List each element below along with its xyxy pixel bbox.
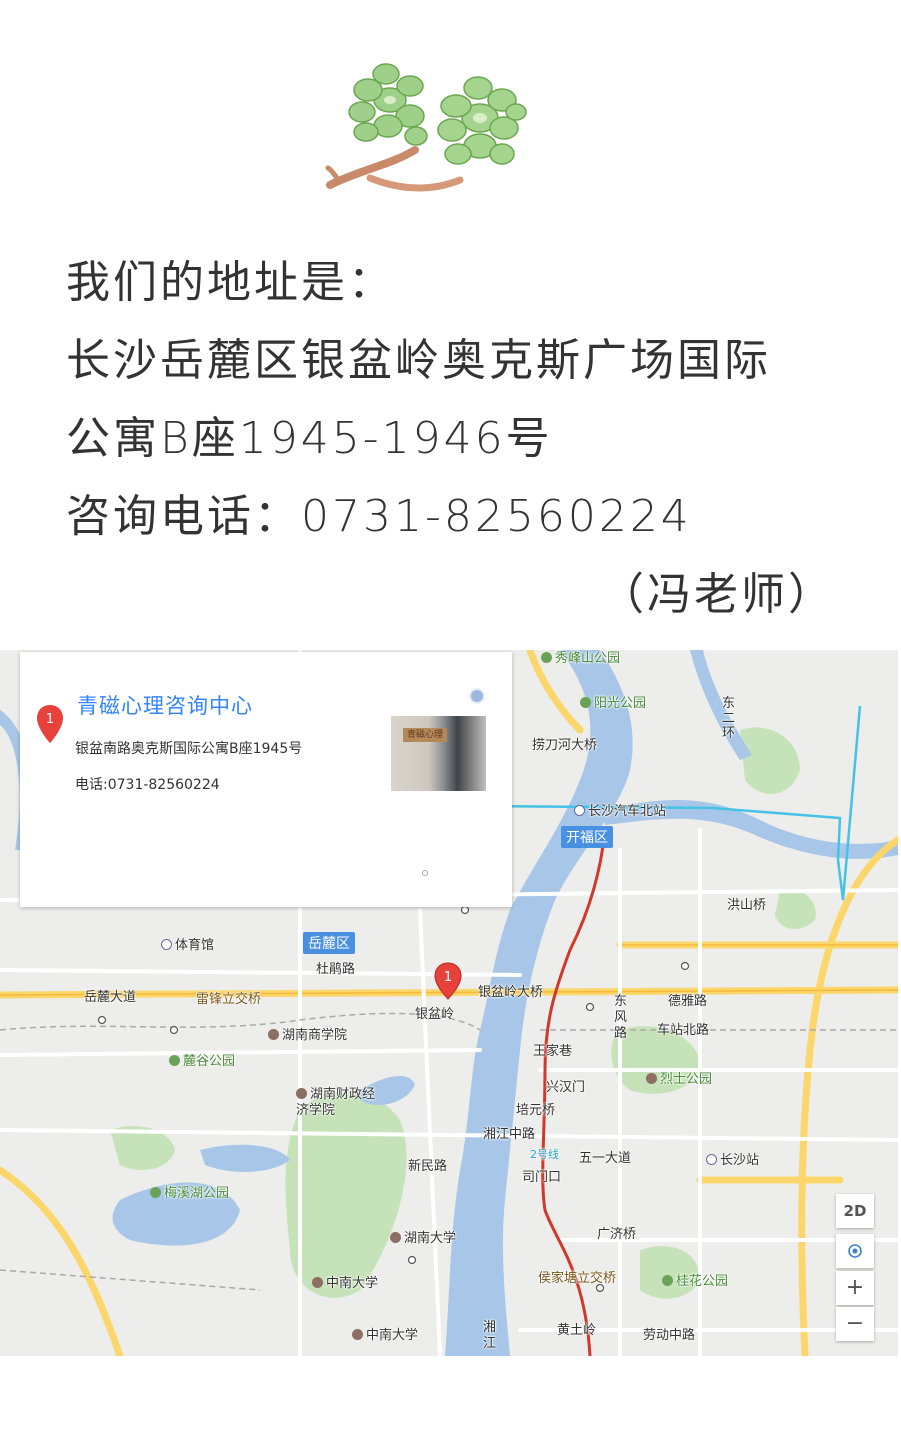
- label-xiufeng-park: 秀峰山公园: [541, 650, 620, 666]
- label-huangtuling: 黄土岭: [557, 1323, 597, 1338]
- label-hunan-university: 湖南大学: [390, 1227, 456, 1246]
- label-dongfeng-road: 东风路: [614, 994, 628, 1041]
- poi-pin-icon: 1: [36, 704, 64, 748]
- label-xiangjiang-middle: 湘江中路: [483, 1127, 536, 1142]
- map-view[interactable]: 岳麓区 开福区 秀峰山公园 阳光公园 捞刀河大桥 长沙汽车北站 东二环 洪山桥 …: [0, 650, 898, 1356]
- label-yinpenling: 银盆岭: [415, 1007, 455, 1022]
- label-changsha-station: 长沙站: [706, 1149, 759, 1168]
- label-laodong-road: 劳动中路: [643, 1328, 696, 1343]
- label-metro-line-2: 2号线: [530, 1148, 559, 1161]
- label-simenkou: 司门口: [522, 1170, 562, 1185]
- address-line-1: 长沙岳麓区银盆岭奥克斯广场国际: [66, 335, 771, 386]
- poi-address: 银盆南路奥克斯国际公寓B座1945号: [75, 741, 303, 757]
- label-xinghanmen: 兴汉门: [546, 1080, 586, 1095]
- zoom-out-button[interactable]: −: [836, 1307, 874, 1341]
- label-peiyuan-bridge: 培元桥: [516, 1103, 556, 1118]
- label-bus-north: 长沙汽车北站: [574, 800, 666, 819]
- address-line-2: 公寓B座1945-1946号: [66, 413, 553, 464]
- label-martyrs-park: 烈士公园: [646, 1068, 712, 1087]
- address-heading: 我们的地址是：: [66, 257, 395, 308]
- label-stadium: 体育馆: [161, 934, 214, 953]
- marker-number: 1: [444, 970, 452, 985]
- svg-text:1: 1: [46, 712, 54, 727]
- label-xiang-river: 湘江: [483, 1320, 497, 1351]
- poi-photo[interactable]: 青磁心理: [391, 716, 486, 791]
- label-houjiatang: 侯家塘立交桥: [538, 1271, 617, 1286]
- photo-sign: 青磁心理: [403, 728, 447, 742]
- label-laodaohe-bridge: 捞刀河大桥: [532, 738, 598, 753]
- label-finance-college: 湖南财政经济学院: [296, 1087, 376, 1118]
- poi-title[interactable]: 青磁心理咨询中心: [77, 690, 253, 720]
- card-dot-icon: [422, 870, 428, 876]
- label-hongshan-bridge: 洪山桥: [727, 898, 767, 913]
- label-dujuan-road: 杜鹃路: [316, 962, 356, 977]
- label-lugu-park: 麓谷公园: [169, 1050, 235, 1069]
- label-deya-road: 德雅路: [668, 994, 708, 1009]
- label-central-south-university-1: 中南大学: [312, 1272, 378, 1291]
- label-yuelu-avenue: 岳麓大道: [84, 990, 137, 1005]
- label-hunan-business: 湖南商学院: [268, 1024, 347, 1043]
- district-yuelu: 岳麓区: [303, 932, 355, 954]
- label-leifeng-interchange: 雷锋立交桥: [196, 992, 262, 1007]
- street-view-icon[interactable]: [469, 688, 485, 704]
- label-central-south-university-2: 中南大学: [352, 1324, 418, 1343]
- zoom-in-button[interactable]: +: [836, 1271, 874, 1305]
- label-yangguang-park: 阳光公园: [580, 692, 646, 711]
- poi-info-card[interactable]: 1 青磁心理咨询中心 银盆南路奥克斯国际公寓B座1945号 电话:0731-82…: [20, 652, 512, 907]
- label-wangjiaxiang: 王家巷: [533, 1044, 573, 1059]
- label-station-north-road: 车站北路: [657, 1023, 710, 1038]
- label-yinpenling-bridge: 银盆岭大桥: [478, 985, 544, 1000]
- label-east-ring: 东二环: [722, 696, 736, 741]
- label-xinmin-road: 新民路: [408, 1159, 448, 1174]
- phone-line: 咨询电话：0731-82560224: [66, 491, 692, 542]
- succulent-illustration: [240, 0, 560, 232]
- poi-phone: 电话:0731-82560224: [75, 777, 220, 793]
- contact-name: （冯老师）: [600, 569, 835, 620]
- district-kaifu: 开福区: [561, 826, 613, 848]
- 2d-toggle-button[interactable]: 2D: [836, 1194, 874, 1228]
- label-guangji-bridge: 广济桥: [597, 1227, 637, 1242]
- locate-icon: [848, 1244, 862, 1258]
- label-wuyi-avenue: 五一大道: [579, 1151, 632, 1166]
- address-block: 我们的地址是： 长沙岳麓区银盆岭奥克斯广场国际 公寓B座1945-1946号 咨…: [66, 244, 866, 620]
- label-guihua-park: 桂花公园: [662, 1270, 728, 1289]
- locate-button[interactable]: [836, 1234, 874, 1268]
- location-marker[interactable]: 1: [434, 962, 462, 1004]
- label-meixi-park: 梅溪湖公园: [150, 1182, 229, 1201]
